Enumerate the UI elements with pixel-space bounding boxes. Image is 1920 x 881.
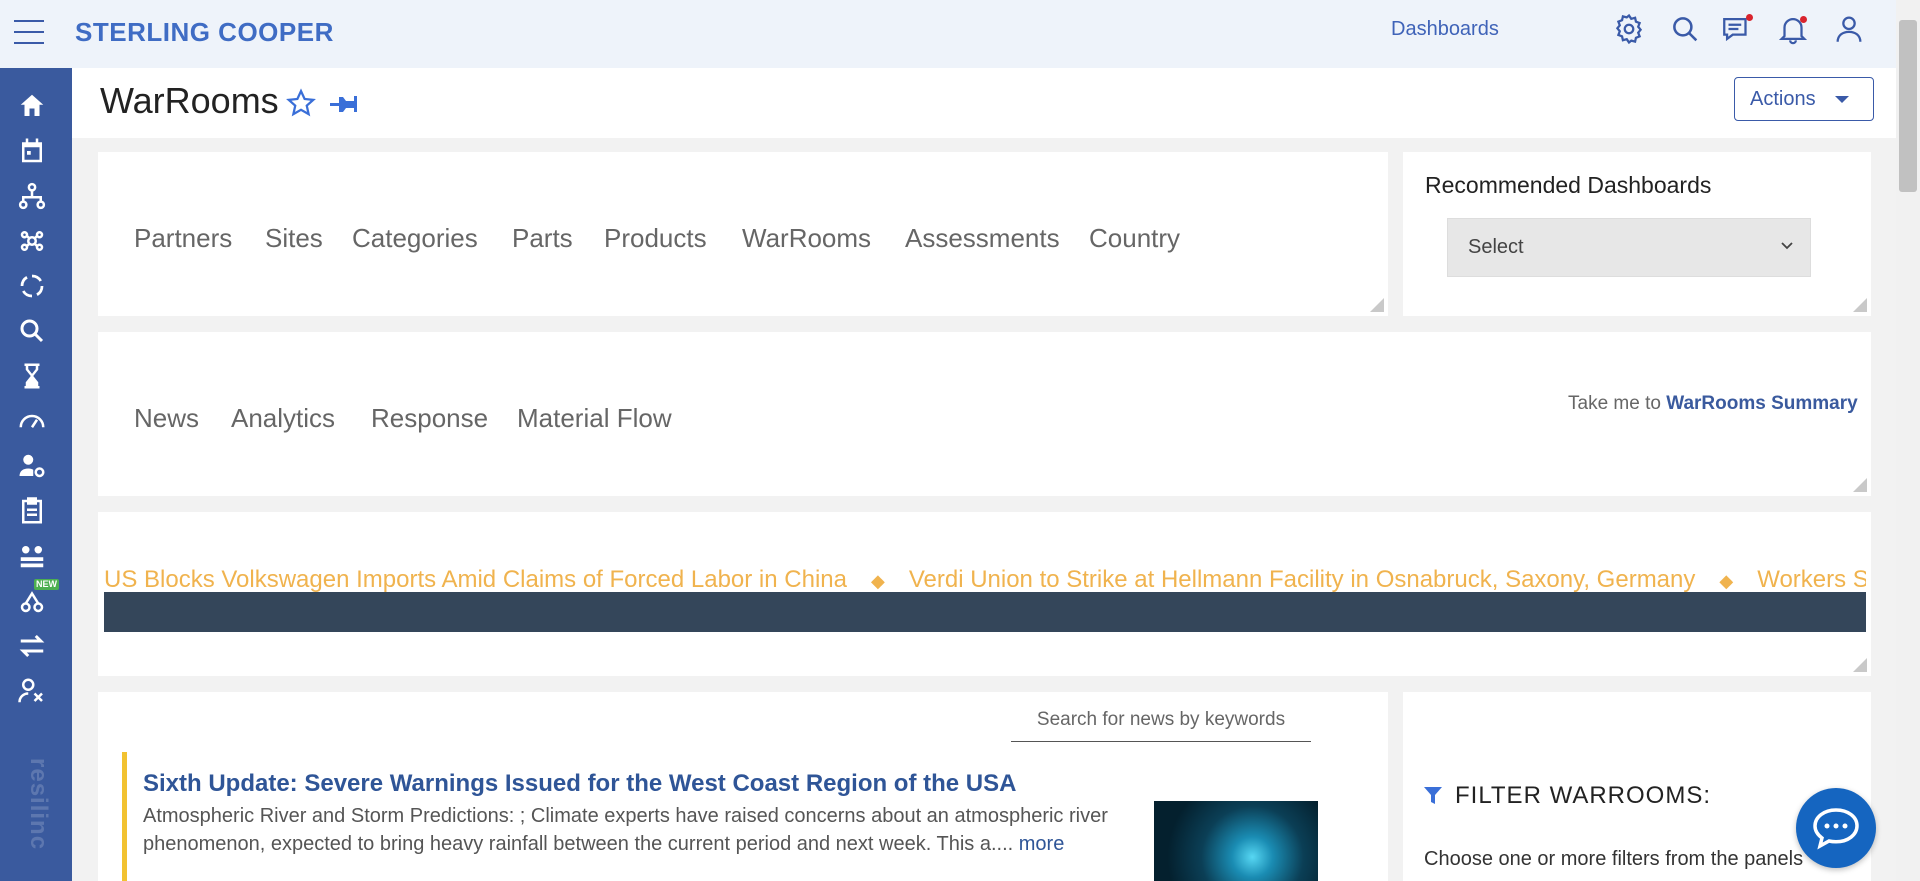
chat-support-button[interactable] bbox=[1796, 788, 1876, 868]
news-body-text: Atmospheric River and Storm Predictions:… bbox=[143, 805, 1108, 855]
filter-warrooms-heading: FILTER WARROOMS: bbox=[1423, 782, 1711, 810]
warrooms-summary-link[interactable]: WarRooms Summary bbox=[1666, 393, 1857, 414]
page-title: WarRooms bbox=[100, 80, 279, 121]
dashboards-nav-link[interactable]: Dashboards bbox=[1391, 18, 1499, 41]
hamburger-menu-icon[interactable] bbox=[14, 20, 44, 44]
search-icon[interactable] bbox=[1668, 12, 1702, 46]
tab-partners[interactable]: Partners bbox=[134, 223, 232, 254]
tab-assessments[interactable]: Assessments bbox=[905, 223, 1060, 254]
news-list-item: Sixth Update: Severe Warnings Issued for… bbox=[122, 752, 1322, 881]
news-thumbnail[interactable] bbox=[1154, 801, 1318, 881]
clipboard-icon[interactable] bbox=[14, 493, 50, 529]
resize-handle[interactable] bbox=[1370, 298, 1384, 312]
admin-icon[interactable] bbox=[14, 673, 50, 709]
news-search-field[interactable] bbox=[1011, 700, 1311, 742]
actions-dropdown-button[interactable]: Actions bbox=[1734, 77, 1874, 121]
summary-link-row: Take me to WarRooms Summary bbox=[1568, 393, 1858, 415]
gear-icon[interactable] bbox=[1612, 12, 1646, 46]
chat-bubble-icon bbox=[1813, 808, 1859, 850]
tab-news[interactable]: News bbox=[134, 403, 199, 434]
ticker-headline[interactable]: US Blocks Volkswagen Imports Amid Claims… bbox=[104, 566, 847, 592]
filter-description: Choose one or more filters from the pane… bbox=[1424, 848, 1804, 870]
news-more-link[interactable]: more bbox=[1019, 833, 1065, 855]
bell-icon[interactable] bbox=[1776, 12, 1810, 46]
recommended-dashboards-select[interactable]: Select bbox=[1447, 218, 1811, 277]
resize-handle[interactable] bbox=[1853, 658, 1867, 672]
tab-response[interactable]: Response bbox=[371, 403, 488, 434]
tab-categories[interactable]: Categories bbox=[352, 223, 478, 254]
resize-handle[interactable] bbox=[1853, 298, 1867, 312]
calendar-icon[interactable] bbox=[14, 133, 50, 169]
hourglass-icon[interactable] bbox=[14, 358, 50, 394]
tab-warrooms[interactable]: WarRooms bbox=[742, 223, 871, 254]
star-icon[interactable] bbox=[286, 88, 316, 118]
search-person-icon[interactable] bbox=[14, 313, 50, 349]
diamond-separator-icon: ◆ bbox=[1719, 571, 1734, 591]
top-bar: STERLING COOPER Dashboards bbox=[0, 0, 1896, 68]
user-settings-icon[interactable] bbox=[14, 448, 50, 484]
team-icon[interactable] bbox=[14, 538, 50, 574]
ticker-headline[interactable]: Workers Stage I bbox=[1757, 566, 1866, 592]
ticker-headline[interactable]: Verdi Union to Strike at Hellmann Facili… bbox=[909, 566, 1696, 592]
news-ticker-text-strip: US Blocks Volkswagen Imports Amid Claims… bbox=[104, 566, 1866, 592]
filter-icon bbox=[1424, 787, 1442, 804]
chat-icon[interactable] bbox=[1720, 12, 1754, 46]
hierarchy-icon[interactable] bbox=[14, 178, 50, 214]
scrollbar-thumb[interactable] bbox=[1899, 20, 1917, 192]
user-icon[interactable] bbox=[1832, 12, 1866, 46]
tab-sites[interactable]: Sites bbox=[265, 223, 323, 254]
news-search-input[interactable] bbox=[1011, 700, 1311, 740]
news-summary: Atmospheric River and Storm Predictions:… bbox=[143, 802, 1153, 858]
new-feature-icon[interactable]: NEW bbox=[14, 579, 59, 619]
network-icon[interactable] bbox=[14, 223, 50, 259]
brand-name[interactable]: STERLING COOPER bbox=[75, 17, 334, 48]
tab-parts[interactable]: Parts bbox=[512, 223, 573, 254]
tab-analytics[interactable]: Analytics bbox=[231, 403, 335, 434]
cycle-icon[interactable] bbox=[14, 268, 50, 304]
tab-material-flow[interactable]: Material Flow bbox=[517, 403, 672, 434]
swap-icon[interactable] bbox=[14, 628, 50, 664]
actions-label: Actions bbox=[1750, 87, 1816, 110]
diamond-separator-icon: ◆ bbox=[870, 571, 885, 591]
summary-prefix-text: Take me to bbox=[1568, 393, 1667, 414]
tab-products[interactable]: Products bbox=[604, 223, 707, 254]
tab-country[interactable]: Country bbox=[1089, 223, 1180, 254]
sidebar: NEW resilinc bbox=[0, 68, 72, 881]
resize-handle[interactable] bbox=[1853, 478, 1867, 492]
resilinc-logo: resilinc bbox=[25, 758, 52, 851]
new-badge: NEW bbox=[34, 579, 59, 590]
caret-down-icon bbox=[1835, 96, 1849, 103]
filter-title-text: FILTER WARROOMS: bbox=[1455, 782, 1711, 809]
select-value: Select bbox=[1468, 236, 1524, 258]
home-icon[interactable] bbox=[14, 88, 50, 124]
recommended-dashboards-title: Recommended Dashboards bbox=[1425, 172, 1712, 198]
chevron-down-icon bbox=[1781, 242, 1793, 250]
gauge-icon[interactable] bbox=[14, 403, 50, 439]
news-title-link[interactable]: Sixth Update: Severe Warnings Issued for… bbox=[143, 770, 1016, 798]
pin-icon[interactable] bbox=[328, 91, 362, 117]
